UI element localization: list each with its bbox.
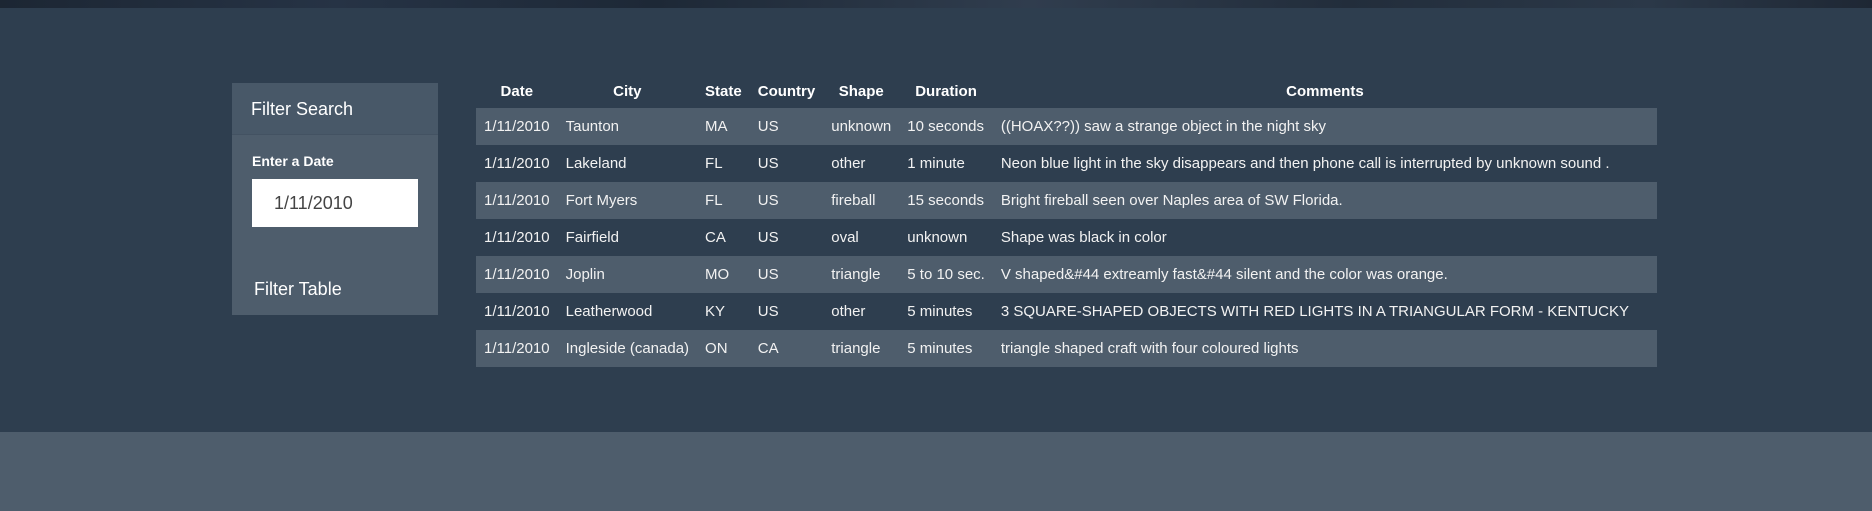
table-row: 1/11/2010 Fairfield CA US oval unknown S…: [476, 219, 1657, 256]
column-header-city: City: [613, 83, 642, 100]
cell-duration: 5 to 10 sec.: [899, 256, 993, 293]
cell-city: Ingleside (canada): [557, 330, 698, 367]
cell-duration: unknown: [907, 229, 968, 246]
table-row: 1/11/2010 Leatherwood KY US other 5 minu…: [476, 293, 1657, 330]
cell-comments: Bright fireball seen over Naples area of…: [992, 182, 1657, 219]
column-header-country: Country: [757, 83, 816, 100]
cell-date: 1/11/2010: [476, 108, 558, 145]
date-input[interactable]: [252, 179, 418, 227]
cell-duration: 5 minutes: [907, 303, 973, 320]
date-field-label: Enter a Date: [252, 153, 334, 169]
cell-shape: triangle: [823, 256, 900, 293]
cell-comments: triangle shaped craft with four coloured…: [992, 330, 1657, 367]
cell-country: US: [757, 155, 779, 172]
cell-comments: Neon blue light in the sky disappears an…: [1000, 155, 1610, 172]
table-header-row: Date City State Country Shape Duration C…: [476, 75, 1657, 108]
header-banner-image: [0, 0, 1872, 8]
cell-date: 1/11/2010: [484, 229, 550, 246]
cell-duration: 10 seconds: [899, 108, 993, 145]
cell-country: US: [749, 182, 824, 219]
column-header-duration: Duration: [915, 83, 977, 100]
cell-state: FL: [697, 182, 750, 219]
cell-country: US: [749, 256, 824, 293]
cell-country: US: [749, 108, 824, 145]
table-row: 1/11/2010 Joplin MO US triangle 5 to 10 …: [476, 256, 1657, 293]
cell-date: 1/11/2010: [484, 303, 550, 320]
table-row: 1/11/2010 Ingleside (canada) ON CA trian…: [476, 330, 1657, 367]
cell-shape: other: [831, 155, 866, 172]
page-footer: [0, 432, 1872, 511]
cell-city: Fairfield: [565, 229, 619, 246]
cell-state: MO: [697, 256, 750, 293]
cell-country: CA: [749, 330, 824, 367]
column-header-shape: Shape: [838, 83, 884, 100]
cell-date: 1/11/2010: [476, 182, 558, 219]
cell-state: FL: [705, 155, 723, 172]
cell-duration: 1 minute: [907, 155, 965, 172]
cell-duration: 15 seconds: [899, 182, 993, 219]
cell-shape: other: [831, 303, 866, 320]
cell-comments: Shape was black in color: [1000, 229, 1167, 246]
cell-city: Taunton: [557, 108, 698, 145]
cell-comments: V shaped&#44 extreamly fast&#44 silent a…: [992, 256, 1657, 293]
column-header-date: Date: [500, 83, 534, 100]
cell-comments: ((HOAX??)) saw a strange object in the n…: [992, 108, 1657, 145]
cell-shape: fireball: [823, 182, 900, 219]
cell-state: KY: [705, 303, 726, 320]
filter-panel: Filter Search Enter a Date Filter Table: [232, 83, 438, 315]
cell-shape: oval: [831, 229, 859, 246]
cell-shape: unknown: [823, 108, 900, 145]
ufo-sightings-table: Date City State Country Shape Duration C…: [476, 75, 1657, 367]
cell-country: US: [757, 303, 779, 320]
filter-panel-heading: Filter Search: [232, 83, 438, 135]
cell-date: 1/11/2010: [484, 155, 550, 172]
cell-city: Fort Myers: [557, 182, 698, 219]
table-row: 1/11/2010 Fort Myers FL US fireball 15 s…: [476, 182, 1657, 219]
cell-state: ON: [697, 330, 750, 367]
cell-state: CA: [705, 229, 726, 246]
cell-city: Leatherwood: [565, 303, 653, 320]
cell-duration: 5 minutes: [899, 330, 993, 367]
cell-city: Lakeland: [565, 155, 627, 172]
column-header-state: State: [705, 83, 742, 100]
cell-country: US: [757, 229, 779, 246]
cell-date: 1/11/2010: [476, 256, 558, 293]
cell-date: 1/11/2010: [476, 330, 558, 367]
table-row: 1/11/2010 Taunton MA US unknown 10 secon…: [476, 108, 1657, 145]
table-row: 1/11/2010 Lakeland FL US other 1 minute …: [476, 145, 1657, 182]
cell-shape: triangle: [823, 330, 900, 367]
column-header-comments: Comments: [1286, 83, 1364, 100]
cell-city: Joplin: [557, 256, 698, 293]
filter-table-button[interactable]: Filter Table: [254, 279, 342, 300]
cell-state: MA: [697, 108, 750, 145]
cell-comments: 3 SQUARE-SHAPED OBJECTS WITH RED LIGHTS …: [1000, 303, 1629, 320]
